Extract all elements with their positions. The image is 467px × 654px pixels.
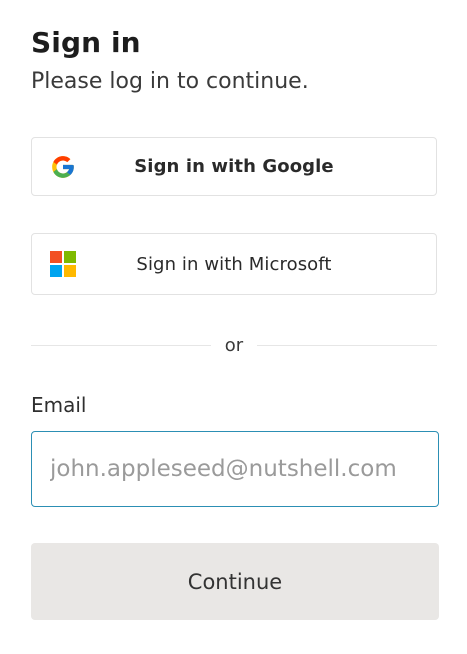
divider-line-right (257, 344, 438, 346)
sign-in-page: Sign in Please log in to continue. Sign … (0, 0, 467, 654)
sign-in-google-label: Sign in with Google (134, 156, 334, 177)
sign-in-microsoft-button[interactable]: Sign in with Microsoft (31, 233, 437, 295)
google-icon (52, 155, 74, 178)
continue-button[interactable]: Continue (31, 543, 439, 620)
or-divider: or (31, 334, 438, 356)
email-field[interactable] (31, 431, 439, 507)
page-title: Sign in (31, 26, 141, 59)
sign-in-google-button[interactable]: Sign in with Google (31, 137, 437, 196)
sign-in-microsoft-label: Sign in with Microsoft (136, 253, 332, 275)
microsoft-icon (50, 251, 76, 277)
divider-text: or (224, 334, 244, 356)
divider-line-left (31, 344, 211, 346)
email-label: Email (31, 393, 87, 417)
page-subtitle: Please log in to continue. (31, 69, 309, 94)
